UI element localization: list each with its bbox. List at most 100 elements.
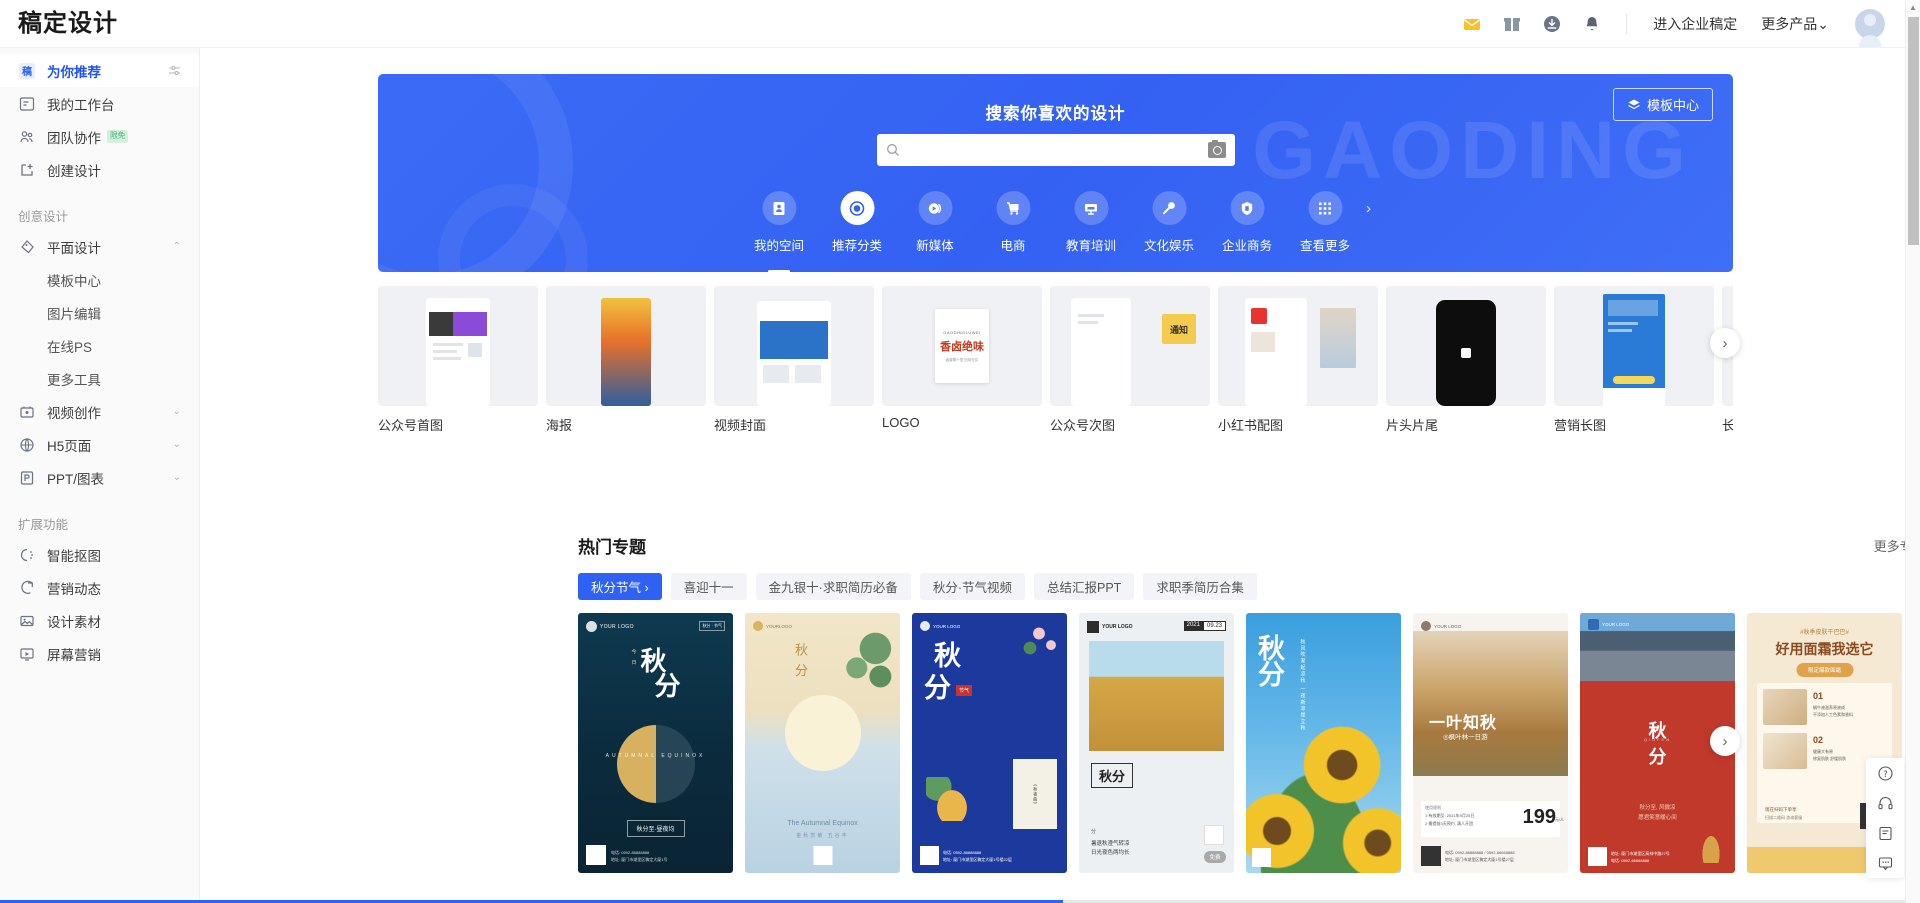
poster-card[interactable]: YOUR LOGO 2021 09.23 秋分 分 暑退秋澄气转凉 日光夜色两均…: [1079, 613, 1234, 873]
sidebar-item-ppt[interactable]: PPT/图表 ⌄: [0, 461, 199, 494]
template-card[interactable]: 小红书配图: [1218, 286, 1382, 431]
poster-big: 秋: [934, 641, 961, 671]
category-label: 教育培训: [1065, 239, 1116, 253]
category-entertainment[interactable]: 文化娱乐: [1130, 191, 1208, 254]
sidebar-item-marketing[interactable]: 营销动态: [0, 571, 199, 604]
sidebar-item-label: 为你推荐: [47, 64, 101, 80]
free-badge: 限免: [107, 130, 128, 143]
sidebar-sub-more-tools[interactable]: 更多工具: [0, 362, 199, 395]
template-card[interactable]: GAODINGLUWEI 香卤绝味 卤香飘十里 回味无穷 LOGO: [882, 286, 1046, 431]
poster-card[interactable]: YOUR LOGO 秋分 · 节气 今 日 秋 分 AUTUMNAL EQUIN…: [578, 613, 733, 873]
template-card[interactable]: 片头片尾: [1386, 286, 1550, 431]
poster-date-year: 2021: [1183, 621, 1203, 631]
poster-card[interactable]: YOUR LOGO 一叶知秋 ◎枫叶林一日游 使用规则 1·有效期至: 2021…: [1413, 613, 1568, 873]
template-card[interactable]: 公众号首图: [378, 286, 542, 431]
camera-icon[interactable]: [1207, 139, 1226, 158]
chevron-down-icon[interactable]: ⌄: [173, 472, 181, 483]
template-card[interactable]: 通知 公众号次图: [1050, 286, 1214, 431]
scroll-up-arrow[interactable]: ▲: [1906, 0, 1920, 15]
poster-card[interactable]: YOUR LOGO 秋 分 节气 《秋夜曲》 电话: 0592-88888888…: [912, 613, 1067, 873]
phone-mockup: [1244, 298, 1307, 406]
search-box[interactable]: [876, 134, 1235, 166]
category-my-space[interactable]: 我的空间: [740, 191, 818, 254]
poster-detail1: 1·有效期至: 2021年9月25日: [1425, 813, 1475, 818]
chip-autumn-equinox[interactable]: 秋分节气 ›: [578, 573, 662, 600]
sidebar-item-video[interactable]: 视频创作 ⌄: [0, 395, 199, 428]
chevron-down-icon[interactable]: ⌄: [173, 406, 181, 417]
sidebar-item-create[interactable]: 创建设计: [0, 153, 199, 186]
categories-next-arrow[interactable]: ›: [1366, 200, 1371, 217]
template-card[interactable]: 营销长图: [1554, 286, 1718, 431]
mail-icon[interactable]: [1452, 4, 1492, 44]
sidebar-sub-online-ps[interactable]: 在线PS: [0, 329, 199, 362]
entertainment-icon: [1152, 191, 1186, 225]
gift-icon[interactable]: [1492, 4, 1532, 44]
category-more[interactable]: 查看更多: [1286, 191, 1364, 254]
category-recommend[interactable]: 推荐分类: [818, 191, 896, 254]
header-divider: [1626, 13, 1628, 34]
feedback-icon[interactable]: [1866, 848, 1904, 878]
chip-national-day[interactable]: 喜迎十一: [670, 573, 747, 600]
sidebar-item-cutout[interactable]: 智能抠图: [0, 538, 199, 571]
download-icon[interactable]: [1532, 4, 1572, 44]
search-input[interactable]: [899, 143, 1208, 157]
scrollbar-thumb[interactable]: [1908, 17, 1919, 245]
more-products-menu[interactable]: 更多产品⌄: [1749, 14, 1841, 34]
app-logo[interactable]: 稿定设计: [18, 11, 118, 36]
poster-big: 一叶知秋: [1429, 715, 1498, 732]
layers-icon: [1627, 98, 1641, 112]
doc-icon[interactable]: [1866, 818, 1904, 848]
poster-card[interactable]: YOURLOGO 秋 分 The Autumnal Equinox 金秋赏菊 五…: [745, 613, 900, 873]
poster-sub: ◎枫叶林一日游: [1443, 734, 1488, 741]
sidebar-item-label: 平面设计: [47, 240, 101, 256]
hot-topics-more-link[interactable]: 更多专题 ›: [1874, 536, 1905, 555]
templates-next-arrow[interactable]: ›: [1710, 328, 1740, 358]
recommend-icon: [840, 191, 874, 225]
sidebar-item-h5[interactable]: H5页面 ⌄: [0, 428, 199, 461]
poster-card[interactable]: 秋 分 秋风吹渐起凉秋 一夜新凉是立秋: [1246, 613, 1401, 873]
help-icon[interactable]: ?: [1866, 758, 1904, 788]
chip-resume-collection[interactable]: 求职季简历合集: [1143, 573, 1257, 600]
sidebar-item-recommend[interactable]: 稿 为你推荐: [0, 54, 199, 87]
category-business[interactable]: 企业商务: [1208, 191, 1286, 254]
sidebar-item-team[interactable]: 团队协作 限免: [0, 120, 199, 153]
sidebar-sub-image-edit[interactable]: 图片编辑: [0, 296, 199, 329]
chip-summary-ppt[interactable]: 总结汇报PPT: [1034, 573, 1135, 600]
avatar-body: [1859, 35, 1881, 47]
template-label: 小红书配图: [1218, 418, 1284, 431]
chip-equinox-video[interactable]: 秋分·节气视频: [919, 573, 1025, 600]
poster-stamp: 免费: [1204, 851, 1226, 863]
poster-footer1: 现在扫码下单享: [1765, 807, 1797, 812]
bell-icon[interactable]: [1572, 4, 1612, 44]
vertical-scrollbar[interactable]: ▲: [1905, 0, 1920, 903]
sliders-icon[interactable]: [168, 64, 181, 77]
template-card[interactable]: 长: [1722, 286, 1733, 431]
poster-en: AUTUMNAL EQUINOX: [605, 753, 706, 759]
enterprise-link[interactable]: 进入企业稿定: [1641, 14, 1749, 34]
posters-next-arrow[interactable]: ›: [1710, 726, 1740, 756]
category-new-media[interactable]: 新媒体: [896, 191, 974, 254]
category-ecommerce[interactable]: 电商: [974, 191, 1052, 254]
sidebar-item-label: 营销动态: [47, 581, 101, 597]
template-card[interactable]: 视频封面: [714, 286, 878, 431]
category-education[interactable]: 教育培训: [1052, 191, 1130, 254]
chip-resume-essential[interactable]: 金九银十·求职简历必备: [755, 573, 911, 600]
chevron-down-icon[interactable]: ⌄: [173, 439, 181, 450]
sidebar-item-workspace[interactable]: 我的工作台: [0, 87, 199, 120]
chevron-up-icon[interactable]: ⌃: [173, 241, 181, 252]
template-card[interactable]: 海报: [546, 286, 710, 431]
poster-address: 地址: 厦门市湖里区高林中路27号: [1611, 851, 1670, 856]
category-label: 查看更多: [1299, 239, 1350, 253]
sidebar-sub-template-center[interactable]: 模板中心: [0, 263, 199, 296]
avatar[interactable]: [1855, 8, 1885, 47]
template-thumb: [1386, 286, 1546, 406]
material-icon: [18, 612, 35, 629]
template-center-button[interactable]: 模板中心: [1612, 88, 1713, 121]
template-label: 营销长图: [1554, 418, 1607, 431]
sidebar-item-graphic-design[interactable]: 平面设计 ⌃: [0, 230, 199, 263]
poster-poem: 《秋夜曲》: [1033, 781, 1039, 807]
poster-big2: 分: [654, 670, 681, 701]
sidebar-item-screen[interactable]: 屏幕营销: [0, 637, 199, 670]
sidebar-item-material[interactable]: 设计素材: [0, 604, 199, 637]
headset-icon[interactable]: [1866, 788, 1904, 818]
